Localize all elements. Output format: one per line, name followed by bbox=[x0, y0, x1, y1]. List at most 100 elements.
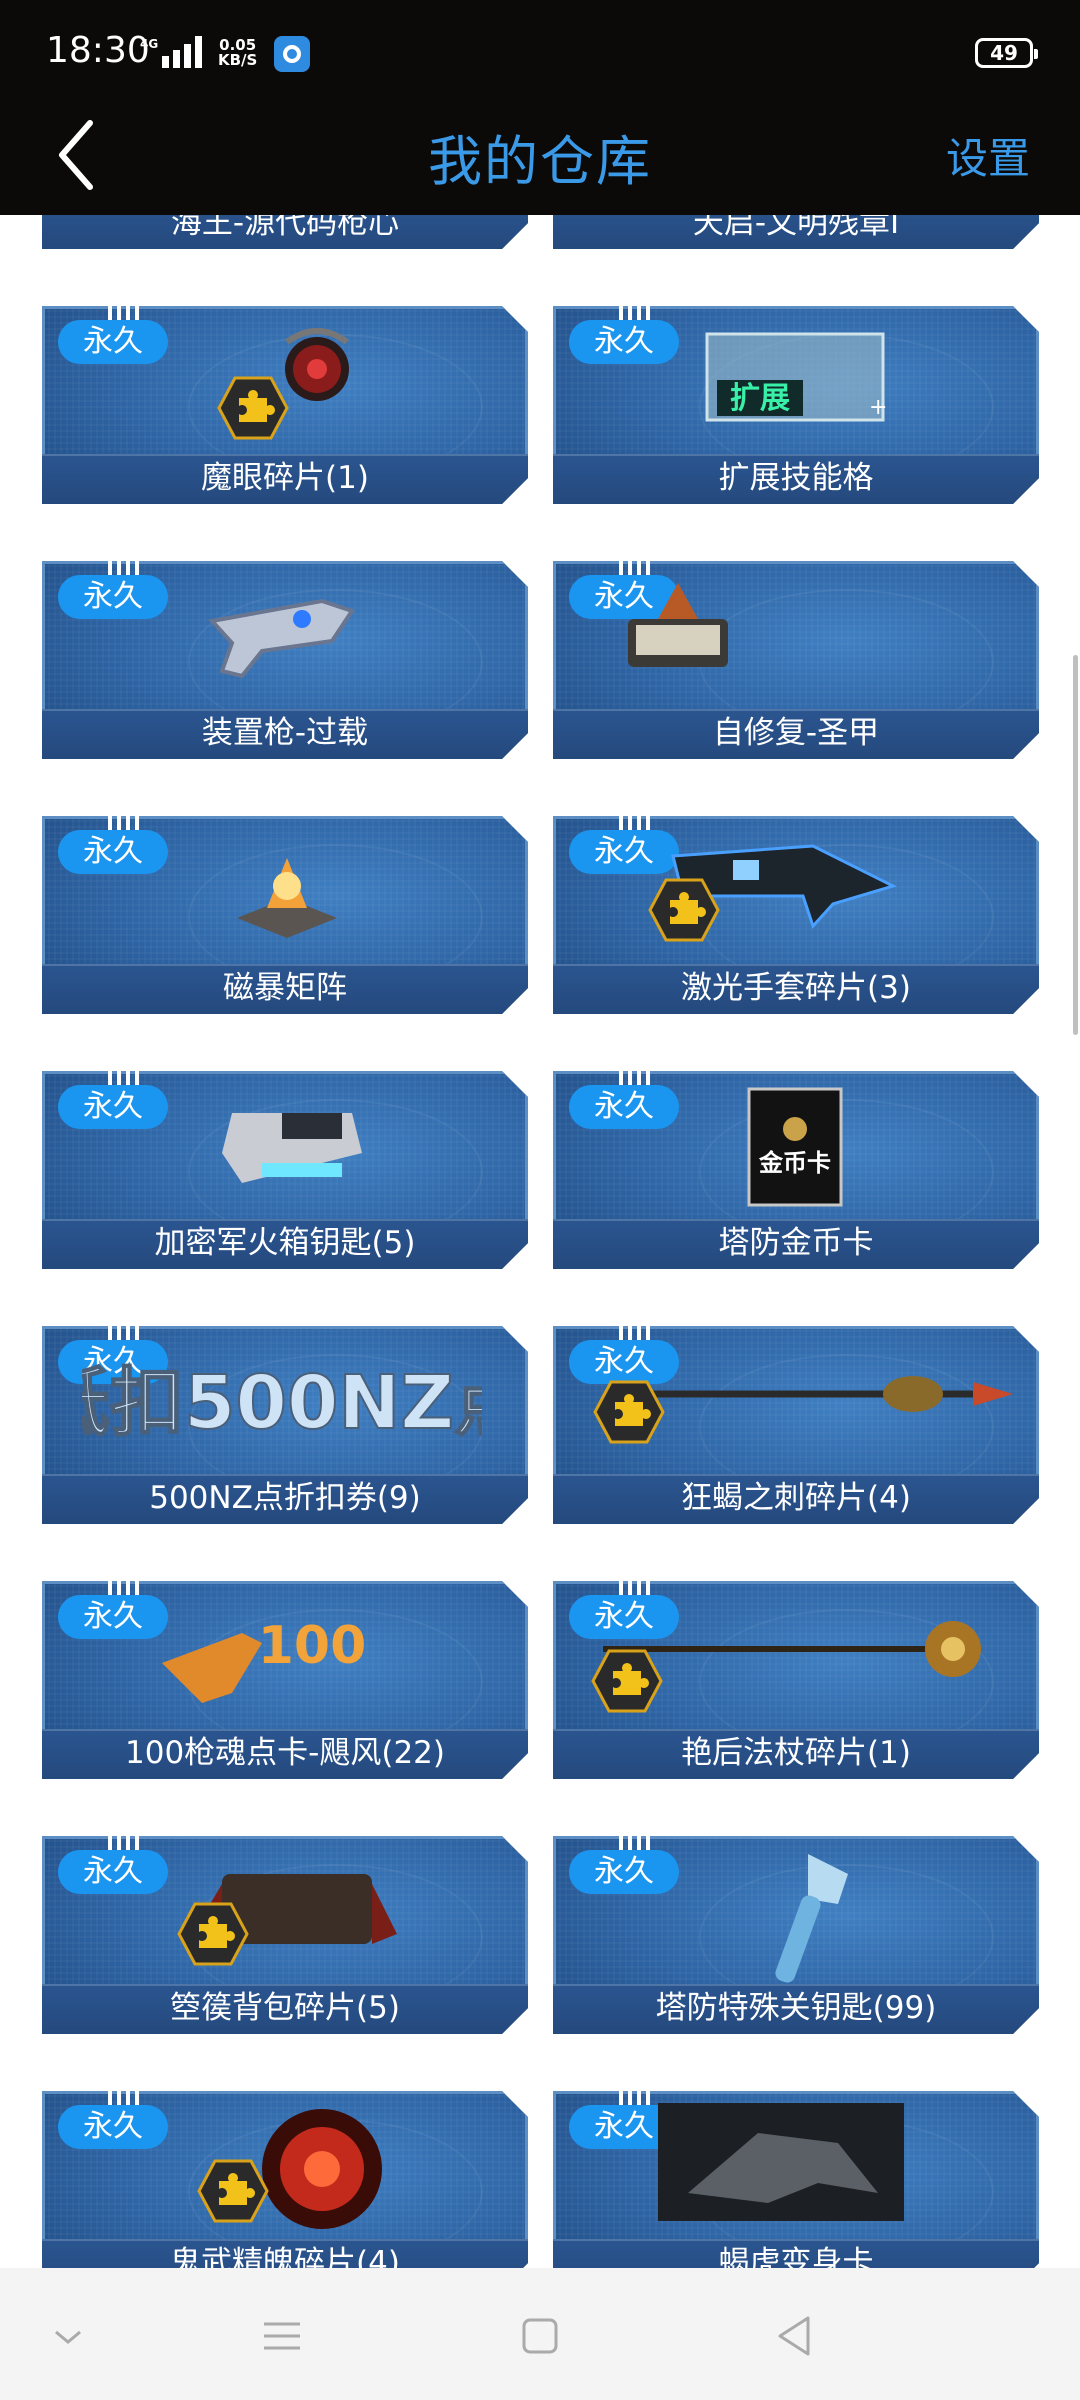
card-corner-ticks bbox=[108, 816, 142, 830]
app-header: 我的仓库 设置 bbox=[0, 95, 1080, 215]
item-name: 激光手套碎片(3) bbox=[681, 970, 911, 1006]
self-repair-armor-icon bbox=[618, 579, 738, 689]
duration-badge: 永久 bbox=[569, 1850, 679, 1894]
puzzle-fragment-icon bbox=[591, 1649, 663, 1713]
home-icon[interactable] bbox=[510, 2306, 570, 2366]
warehouse-item-card[interactable]: 永久 激光手套碎片(3) bbox=[553, 816, 1039, 1014]
special-level-key-icon bbox=[728, 1844, 878, 1984]
item-name: 塔防特殊关钥匙(99) bbox=[655, 1990, 937, 2026]
puzzle-fragment-icon bbox=[177, 1902, 249, 1966]
gold-coin-card-icon: 金币卡 bbox=[743, 1085, 847, 1209]
discount-coupon-icon: 抵扣500NZ点 bbox=[82, 1344, 482, 1454]
warehouse-item-card[interactable]: 永久加密军火箱钥匙(5) bbox=[42, 1071, 528, 1269]
network-type: 4G bbox=[140, 37, 159, 51]
warehouse-item-card[interactable]: 永久 自修复-圣甲 bbox=[553, 561, 1039, 759]
item-name: 塔防金币卡 bbox=[718, 1225, 874, 1261]
item-name: 箜篌背包碎片(5) bbox=[170, 1990, 400, 2026]
card-corner-ticks bbox=[619, 1581, 653, 1595]
card-corner-ticks bbox=[108, 2091, 142, 2105]
puzzle-fragment-icon bbox=[217, 376, 289, 440]
item-art-text: 100 bbox=[258, 1616, 367, 1676]
duration-badge: 永久 bbox=[569, 320, 679, 364]
card-corner-ticks bbox=[108, 306, 142, 320]
card-corner-ticks bbox=[619, 1326, 653, 1340]
menu-icon[interactable] bbox=[252, 2306, 312, 2366]
warehouse-item-card[interactable]: 永久 蝎虎变身卡 bbox=[553, 2091, 1039, 2268]
scorpion-spear-icon bbox=[613, 1344, 1023, 1444]
duration-badge: 永久 bbox=[58, 830, 168, 874]
warehouse-item-card[interactable]: 永久 狂蝎之刺碎片(4) bbox=[553, 1326, 1039, 1524]
duration-badge: 永久 bbox=[569, 1085, 679, 1129]
chevron-down-icon[interactable] bbox=[38, 2306, 98, 2366]
puzzle-fragment-icon bbox=[197, 2159, 269, 2223]
item-name: 100枪魂点卡-飓风(22) bbox=[125, 1735, 445, 1771]
encrypted-key-card-icon bbox=[212, 1093, 372, 1193]
warehouse-item-card[interactable]: 永久抵扣500NZ点500NZ点折扣券(9) bbox=[42, 1326, 528, 1524]
item-name: 扩展技能格 bbox=[718, 460, 874, 496]
warehouse-item-card[interactable]: 永久金币卡塔防金币卡 bbox=[553, 1071, 1039, 1269]
card-corner-ticks bbox=[108, 1836, 142, 1850]
status-time: 18:30 bbox=[46, 30, 150, 71]
item-art-text: 金币卡 bbox=[758, 1149, 831, 1177]
card-corner-ticks bbox=[619, 561, 653, 575]
back-icon[interactable] bbox=[766, 2306, 826, 2366]
item-name: 加密军火箱钥匙(5) bbox=[154, 1225, 416, 1261]
battery-icon: 49 bbox=[975, 38, 1038, 68]
gun-soul-card-icon: 100 bbox=[152, 1603, 412, 1713]
duration-badge: 永久 bbox=[58, 320, 168, 364]
duration-badge: 永久 bbox=[58, 2105, 168, 2149]
item-name: 艳后法杖碎片(1) bbox=[681, 1735, 911, 1771]
item-name: 500NZ点折扣券(9) bbox=[149, 1480, 421, 1516]
warehouse-grid[interactable]: 海王-源代码枪心 天启-文明残章I 永久 魔眼碎片(1) 永久 扩展 + 扩展技能格 永久 装置枪… bbox=[0, 215, 1080, 2268]
card-corner-ticks bbox=[619, 1071, 653, 1085]
warehouse-item-card[interactable]: 永久塔防特殊关钥匙(99) bbox=[553, 1836, 1039, 2034]
warehouse-item-card[interactable]: 永久魔眼碎片(1) bbox=[42, 306, 528, 504]
item-name: 磁暴矩阵 bbox=[223, 970, 347, 1006]
warehouse-item-card[interactable]: 永久装置枪-过载 bbox=[42, 561, 528, 759]
svg-text:+: + bbox=[869, 395, 887, 420]
card-corner-ticks bbox=[619, 306, 653, 320]
card-corner-ticks bbox=[619, 2091, 653, 2105]
card-corner-ticks bbox=[108, 1326, 142, 1340]
item-name: 自修复-圣甲 bbox=[712, 715, 880, 751]
puzzle-fragment-icon bbox=[593, 1380, 665, 1444]
system-nav-bar bbox=[0, 2268, 1080, 2400]
item-name: 鬼武精魄碎片(4) bbox=[170, 2245, 400, 2268]
warehouse-item-card[interactable]: 永久箜篌背包碎片(5) bbox=[42, 1836, 528, 2034]
warehouse-item-card[interactable]: 永久鬼武精魄碎片(4) bbox=[42, 2091, 528, 2268]
card-corner-ticks bbox=[108, 1581, 142, 1595]
item-name: 海王-源代码枪心 bbox=[170, 215, 400, 241]
item-name: 蝎虎变身卡 bbox=[718, 2245, 874, 2268]
warehouse-item-card[interactable]: 永久扩展 + 扩展技能格 bbox=[553, 306, 1039, 504]
item-name: 天启-文明残章I bbox=[692, 215, 900, 241]
card-corner-ticks bbox=[108, 1071, 142, 1085]
duration-badge: 永久 bbox=[58, 1850, 168, 1894]
duration-badge: 永久 bbox=[58, 575, 168, 619]
item-art-text: 抵扣500NZ点 bbox=[82, 1360, 482, 1446]
puzzle-fragment-icon bbox=[648, 878, 720, 942]
scorpion-transform-card-icon bbox=[658, 2103, 904, 2221]
warehouse-item-card[interactable]: 天启-文明残章I bbox=[553, 215, 1039, 249]
page-title: 我的仓库 bbox=[428, 130, 652, 193]
warehouse-item-card[interactable]: 永久 100 100枪魂点卡-飓风(22) bbox=[42, 1581, 528, 1779]
duration-badge: 永久 bbox=[58, 1085, 168, 1129]
overload-gun-icon bbox=[202, 581, 362, 691]
app-notification-icon bbox=[274, 36, 310, 72]
warehouse-item-card[interactable]: 海王-源代码枪心 bbox=[42, 215, 528, 249]
speed-unit: KB/S bbox=[218, 51, 258, 69]
item-art-text: 扩展 bbox=[730, 381, 790, 416]
warehouse-item-card[interactable]: 永久 艳后法杖碎片(1) bbox=[553, 1581, 1039, 1779]
card-corner-ticks bbox=[108, 561, 142, 575]
network-speed: 0.05 KB/S bbox=[218, 38, 257, 68]
card-corner-ticks bbox=[619, 816, 653, 830]
card-corner-ticks bbox=[619, 1836, 653, 1850]
item-name: 狂蝎之刺碎片(4) bbox=[681, 1480, 911, 1516]
signal-icon bbox=[162, 36, 202, 68]
settings-button[interactable]: 设置 bbox=[946, 125, 1030, 186]
item-name: 魔眼碎片(1) bbox=[201, 460, 369, 496]
item-name: 装置枪-过载 bbox=[201, 715, 369, 751]
status-bar: 18:30 4G 0.05 KB/S 49 bbox=[0, 0, 1080, 95]
expand-skill-slot-icon: 扩展 + bbox=[703, 328, 887, 424]
warehouse-item-card[interactable]: 永久磁暴矩阵 bbox=[42, 816, 528, 1014]
scrollbar[interactable] bbox=[1073, 655, 1078, 1035]
